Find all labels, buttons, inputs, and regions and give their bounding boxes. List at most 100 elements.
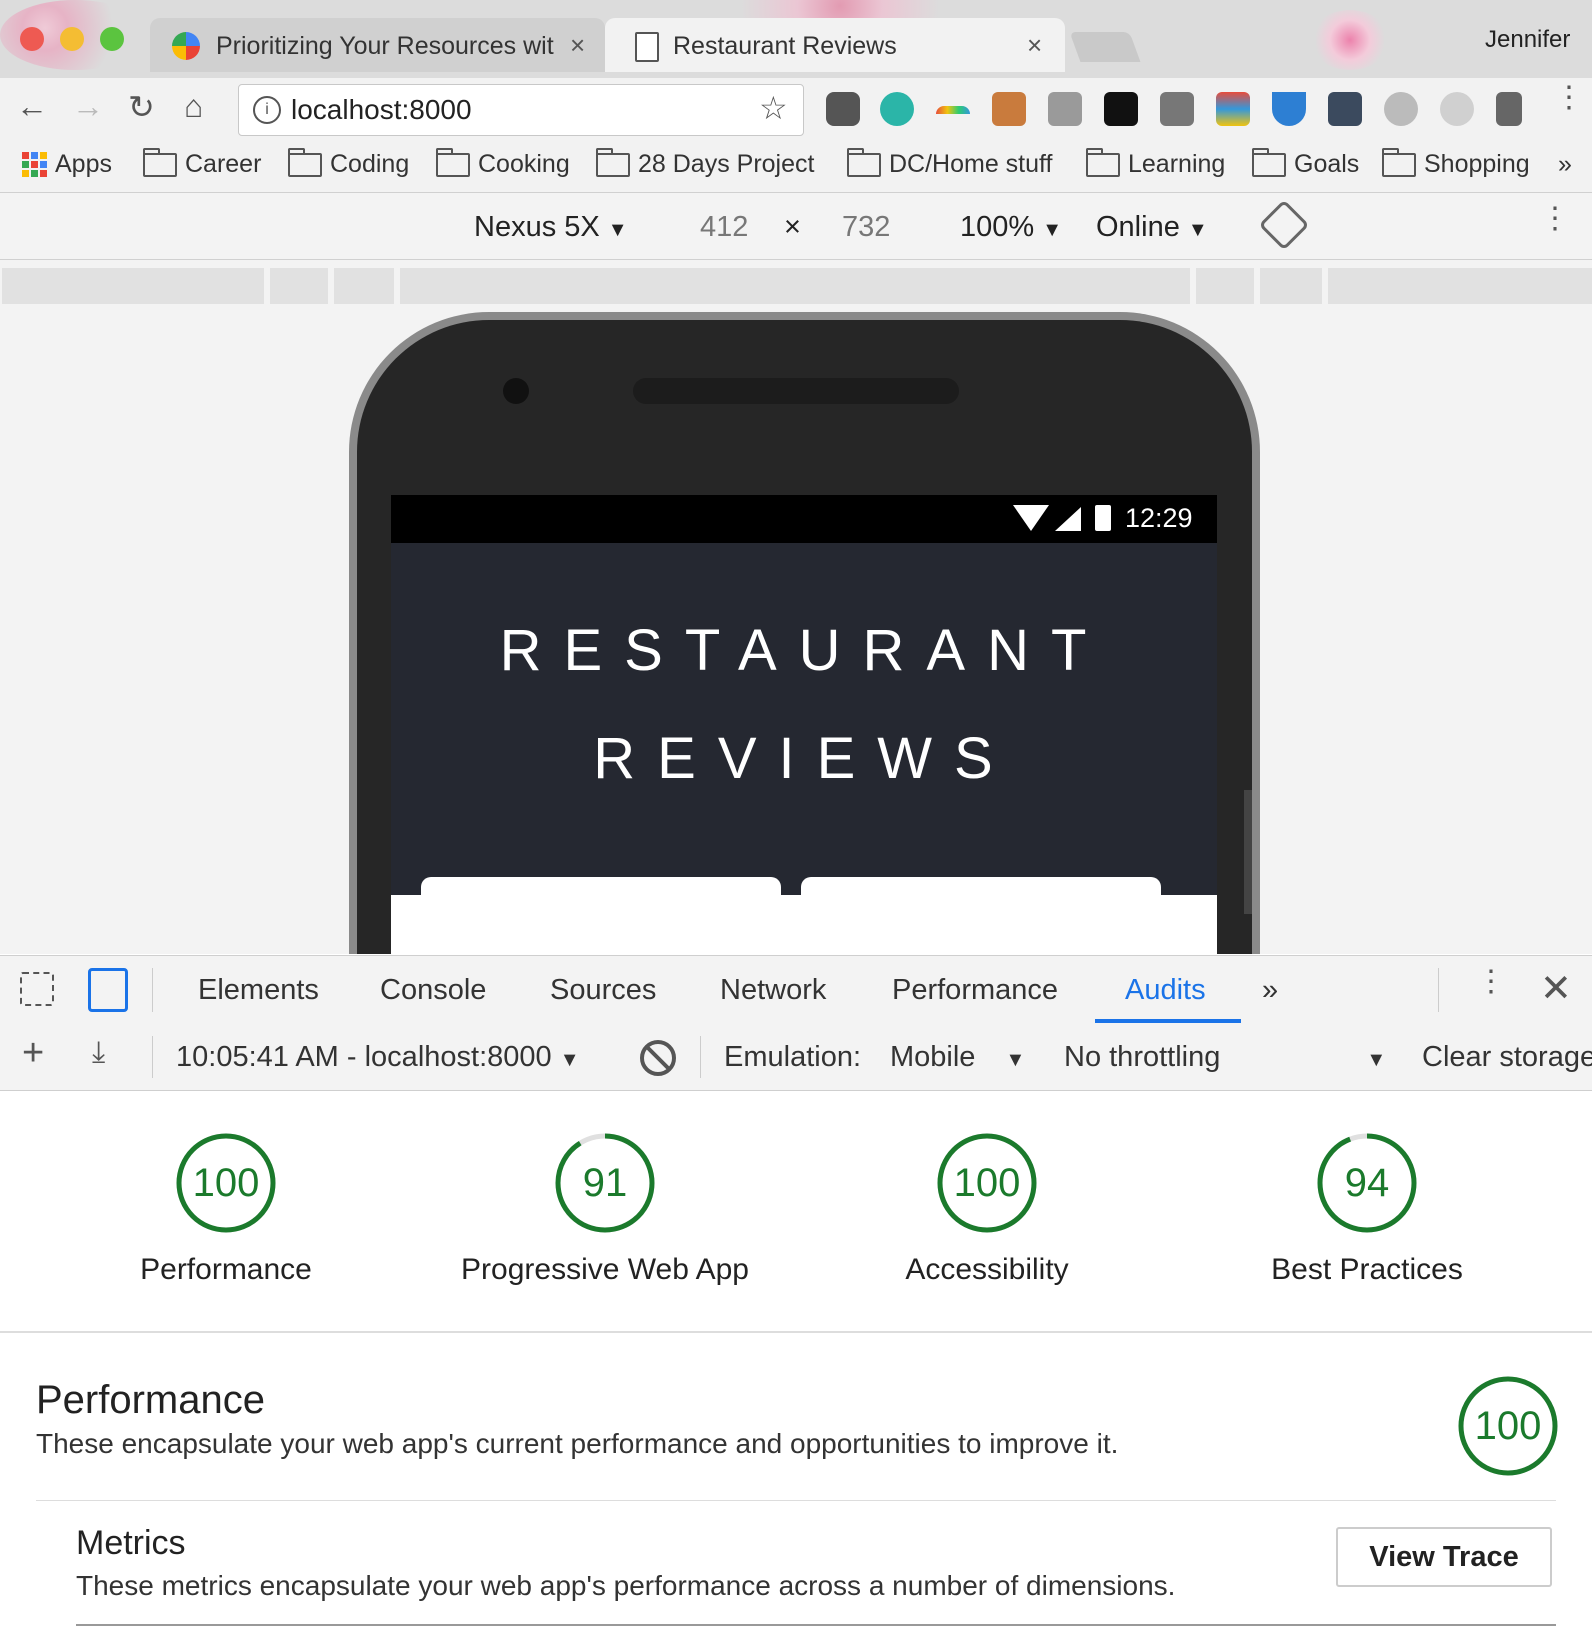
close-devtools-icon[interactable]: ✕ xyxy=(1540,966,1572,1011)
network-select[interactable]: Online ▼ xyxy=(1096,211,1208,244)
back-arrow-icon[interactable]: ← xyxy=(16,88,48,125)
more-tabs-icon[interactable]: » xyxy=(1262,974,1278,1007)
front-camera xyxy=(503,378,529,404)
maximize-window-button[interactable] xyxy=(100,27,124,51)
tab-sources[interactable]: Sources xyxy=(550,974,656,1007)
new-audit-plus-icon[interactable]: + xyxy=(22,1032,44,1075)
bookmark-coding[interactable]: Coding xyxy=(288,147,409,179)
score-label: Progressive Web App xyxy=(461,1253,749,1286)
apps-grid-icon xyxy=(22,152,47,177)
tab-audits[interactable]: Audits xyxy=(1125,974,1206,1007)
circle-extension-icon[interactable] xyxy=(1384,92,1418,126)
bookmark-28-days-project[interactable]: 28 Days Project xyxy=(596,147,814,179)
score-value: 94 xyxy=(1344,1161,1390,1205)
minimize-window-button[interactable] xyxy=(60,27,84,51)
emulation-select[interactable]: Mobile ▼ xyxy=(890,1041,1025,1074)
reload-icon[interactable]: ↻ xyxy=(128,88,155,126)
google-favicon-icon xyxy=(172,32,200,60)
media-query-bar[interactable] xyxy=(400,268,1190,304)
devtools-tabbar: Elements Console Sources Network Perform… xyxy=(0,955,1592,1025)
bookmark-learning[interactable]: Learning xyxy=(1086,147,1225,179)
new-tab-button[interactable] xyxy=(1069,32,1141,62)
bookmark-label: Cooking xyxy=(478,150,570,178)
address-bar[interactable]: i localhost:8000 ☆ xyxy=(238,84,804,136)
device-menu-icon[interactable]: ⋮ xyxy=(1540,204,1570,234)
pocket-icon[interactable] xyxy=(826,92,860,126)
media-query-bar[interactable] xyxy=(2,268,264,304)
lighthouse-icon[interactable] xyxy=(1216,92,1250,126)
zoom-value: 100% xyxy=(960,211,1035,243)
device-select[interactable]: Nexus 5X ▼ xyxy=(474,211,628,244)
home-icon[interactable]: ⌂ xyxy=(184,88,203,125)
block-icon[interactable] xyxy=(640,1040,676,1076)
bookmark-dc-home-stuff[interactable]: DC/Home stuff xyxy=(847,147,1053,179)
media-query-bar[interactable] xyxy=(1196,268,1254,304)
vue-devtools-icon[interactable] xyxy=(1272,92,1306,126)
filter-select[interactable] xyxy=(421,877,781,937)
performance-score-gauge[interactable]: 100 xyxy=(1456,1374,1560,1478)
score-gauge[interactable]: 94 xyxy=(1315,1131,1419,1235)
profile-name[interactable]: Jennifer xyxy=(1485,26,1570,54)
score-gauge[interactable]: 91 xyxy=(553,1131,657,1235)
bookmark-career[interactable]: Career xyxy=(143,147,261,179)
folder-icon xyxy=(288,147,322,177)
rainbow-extension-icon[interactable] xyxy=(936,106,970,114)
divider xyxy=(1438,968,1439,1012)
bookmark-star-icon[interactable]: ☆ xyxy=(759,89,788,127)
camera-icon[interactable] xyxy=(1048,92,1082,126)
tab-close-icon[interactable]: × xyxy=(1027,30,1042,61)
bookmark-cooking[interactable]: Cooking xyxy=(436,147,570,179)
throttling-select[interactable]: No throttling ▼ xyxy=(1064,1041,1386,1074)
devtools-menu-icon[interactable]: ⋮ xyxy=(1476,967,1506,997)
emulation-value: Mobile xyxy=(890,1041,976,1073)
audit-run-label: 10:05:41 AM - localhost:8000 xyxy=(176,1041,552,1073)
tab-console[interactable]: Console xyxy=(380,974,486,1007)
amazon-assistant-icon[interactable] xyxy=(1104,92,1138,126)
gear-icon[interactable] xyxy=(1440,92,1474,126)
height-input[interactable]: 732 xyxy=(842,211,890,244)
zoom-select[interactable]: 100% ▼ xyxy=(960,211,1062,244)
bookmark-goals[interactable]: Goals xyxy=(1252,147,1359,179)
info-icon[interactable]: i xyxy=(253,96,281,124)
inspect-element-icon[interactable] xyxy=(20,972,54,1006)
browser-menu-icon[interactable]: ⋮ xyxy=(1554,83,1584,113)
folder-icon xyxy=(1252,147,1286,177)
tab-elements[interactable]: Elements xyxy=(198,974,319,1007)
tab-performance[interactable]: Performance xyxy=(892,974,1058,1007)
mercury-icon[interactable] xyxy=(880,92,914,126)
panel-icon[interactable] xyxy=(1496,92,1522,126)
url-text[interactable]: localhost:8000 xyxy=(291,94,472,126)
score-gauge[interactable]: 100 xyxy=(174,1131,278,1235)
media-query-bar[interactable] xyxy=(1260,268,1322,304)
dropdown-arrow-icon: ▼ xyxy=(607,219,628,241)
filter-select[interactable] xyxy=(801,877,1161,937)
bookmark-apps[interactable]: Apps xyxy=(22,150,112,179)
rotate-icon[interactable] xyxy=(1258,199,1310,251)
tab-close-icon[interactable]: × xyxy=(570,30,585,61)
u-extension-icon[interactable] xyxy=(1328,92,1362,126)
tab-network[interactable]: Network xyxy=(720,974,826,1007)
record-icon[interactable] xyxy=(1160,92,1194,126)
width-input[interactable]: 412 xyxy=(700,211,748,244)
score-gauge[interactable]: 100 xyxy=(935,1131,1039,1235)
phone-speaker xyxy=(633,378,959,404)
bookmark-shopping[interactable]: Shopping xyxy=(1382,147,1530,179)
tab-restaurant-reviews[interactable]: Restaurant Reviews × xyxy=(605,18,1065,72)
tab-prioritizing[interactable]: Prioritizing Your Resources wit × xyxy=(150,18,605,72)
bookmarks-overflow-icon[interactable]: » xyxy=(1558,150,1572,179)
folder-icon xyxy=(436,147,470,177)
books-icon[interactable] xyxy=(992,92,1026,126)
media-query-bar[interactable] xyxy=(1328,268,1592,304)
media-query-bar[interactable] xyxy=(270,268,328,304)
download-report-icon[interactable]: ⤓ xyxy=(92,1036,105,1070)
bookmark-label: DC/Home stuff xyxy=(889,150,1053,178)
audit-run-select[interactable]: 10:05:41 AM - localhost:8000 ▼ xyxy=(176,1041,580,1074)
dropdown-arrow-icon: ▼ xyxy=(1005,1049,1026,1071)
close-window-button[interactable] xyxy=(20,27,44,51)
score-label: Best Practices xyxy=(1271,1253,1463,1286)
forward-arrow-icon[interactable]: → xyxy=(72,88,104,125)
view-trace-button[interactable]: View Trace xyxy=(1336,1527,1552,1587)
media-query-bar[interactable] xyxy=(334,268,394,304)
device-toggle-icon[interactable] xyxy=(88,968,128,1012)
clear-storage-checkbox[interactable]: Clear storage xyxy=(1422,1041,1592,1074)
